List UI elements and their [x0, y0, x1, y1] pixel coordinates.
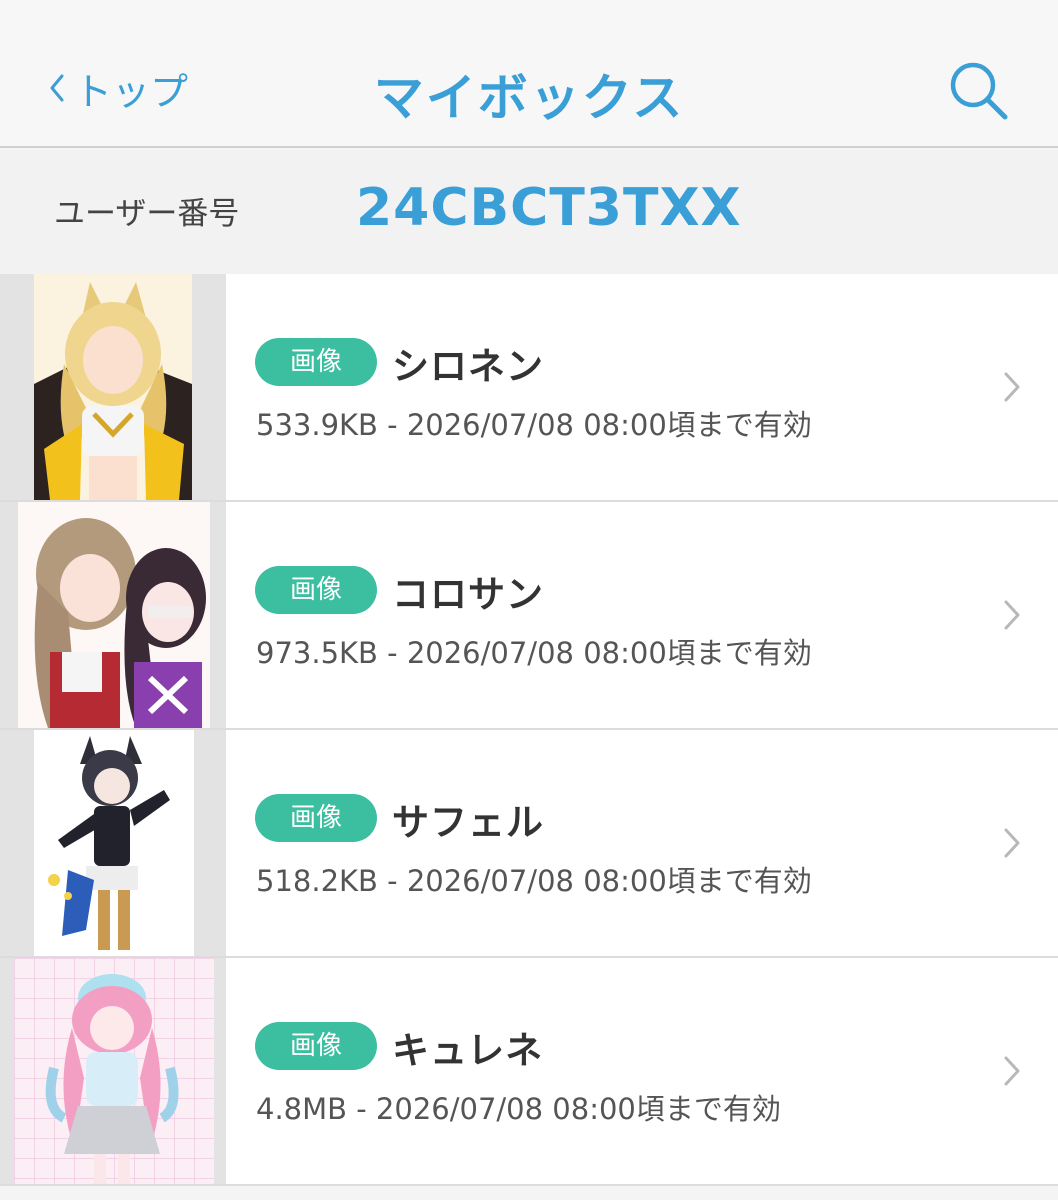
character-image [18, 502, 210, 728]
item-title: コロサン [392, 573, 544, 616]
image-badge: 画像 [255, 566, 377, 614]
item-thumbnail [0, 958, 226, 1184]
image-badge: 画像 [255, 338, 377, 386]
page-title: マイボックス [373, 69, 685, 127]
list-item[interactable]: 画像 シロネン 533.9KB - 2026/07/08 08:00頃まで有効 [0, 274, 1058, 502]
chevron-right-icon [1004, 1056, 1020, 1086]
chevron-right-icon [1004, 372, 1020, 402]
item-thumbnail [0, 730, 226, 956]
character-image [34, 730, 194, 956]
list-item[interactable]: 画像 キュレネ 4.8MB - 2026/07/08 08:00頃まで有効 [0, 958, 1058, 1186]
image-badge: 画像 [255, 1022, 377, 1070]
item-title: キュレネ [392, 1029, 544, 1072]
list-item[interactable]: 画像 サフェル 518.2KB - 2026/07/08 08:00頃まで有効 [0, 730, 1058, 958]
user-number-label: ユーザー番号 [54, 196, 240, 232]
item-thumbnail [0, 274, 226, 500]
list-item[interactable]: 画像 コロサン 973.5KB - 2026/07/08 08:00頃まで有効 [0, 502, 1058, 730]
character-image [14, 958, 214, 1184]
chevron-right-icon [1004, 828, 1020, 858]
item-thumbnail [0, 502, 226, 728]
item-meta: 533.9KB - 2026/07/08 08:00頃まで有効 [256, 408, 812, 442]
item-title: シロネン [392, 345, 544, 388]
item-title: サフェル [392, 801, 544, 844]
item-meta: 4.8MB - 2026/07/08 08:00頃まで有効 [256, 1092, 781, 1126]
image-badge: 画像 [255, 794, 377, 842]
search-icon[interactable] [946, 58, 1010, 122]
item-meta: 973.5KB - 2026/07/08 08:00頃まで有効 [256, 636, 812, 670]
navigation-bar: トップ マイボックス [0, 0, 1058, 148]
chevron-right-icon [1004, 600, 1020, 630]
character-image [34, 274, 192, 500]
item-meta: 518.2KB - 2026/07/08 08:00頃まで有効 [256, 864, 812, 898]
item-list: 画像 シロネン 533.9KB - 2026/07/08 08:00頃まで有効 [0, 274, 1058, 1186]
user-number-value: 24CBCT3TXX [356, 178, 742, 238]
